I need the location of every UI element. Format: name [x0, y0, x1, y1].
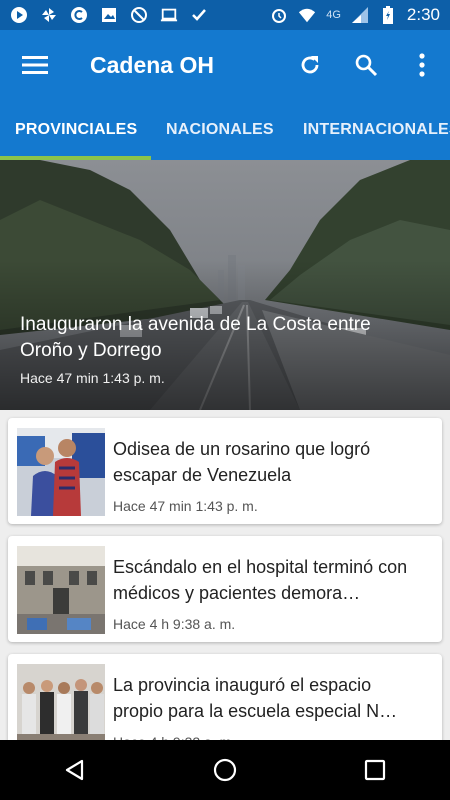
article-card[interactable]: Escándalo en el hospital terminó con méd… [8, 536, 442, 642]
menu-icon [22, 56, 48, 74]
status-time: 2:30 [406, 5, 440, 24]
tab-provinciales[interactable]: PROVINCIALES [15, 100, 137, 160]
search-icon [355, 54, 378, 77]
app-bar: Cadena OH [0, 30, 450, 100]
featured-time: Hace 47 min 1:43 p. m. [20, 370, 165, 386]
more-options-button[interactable] [394, 30, 450, 100]
more-vert-icon [419, 53, 425, 77]
recents-button[interactable] [345, 740, 405, 800]
article-title: Odisea de un rosarino que logró escapar … [113, 439, 371, 485]
wifi-icon [298, 6, 316, 24]
system-nav-bar [0, 740, 450, 800]
status-bar: 4G 2:30 [0, 0, 450, 30]
featured-article[interactable]: Inauguraron la avenida de La Costa entre… [0, 160, 450, 410]
block-icon [130, 6, 148, 24]
battery-icon [379, 6, 397, 24]
recents-icon [364, 759, 386, 781]
app-title: Cadena OH [90, 51, 214, 78]
article-time: Hace 47 min 1:43 p. m. [113, 498, 258, 514]
menu-button[interactable] [0, 30, 70, 100]
euro-icon [70, 6, 88, 24]
article-card[interactable]: Odisea de un rosarino que logró escapar … [8, 418, 442, 524]
featured-title: Inauguraron la avenida de La Costa entre… [20, 314, 371, 361]
check-icon [190, 6, 208, 24]
article-title: Escándalo en el hospital terminó con méd… [113, 557, 408, 603]
network-type: 4G [326, 9, 341, 21]
back-button[interactable] [45, 740, 105, 800]
article-thumbnail [17, 546, 105, 634]
alarm-icon [270, 6, 288, 24]
search-button[interactable] [338, 30, 394, 100]
play-icon [10, 6, 28, 24]
laptop-icon [160, 6, 178, 24]
back-icon [65, 759, 84, 781]
tab-internacionales[interactable]: INTERNACIONALES [303, 100, 450, 160]
pinwheel-icon [40, 6, 58, 24]
refresh-button[interactable] [282, 30, 338, 100]
category-tabs: PROVINCIALES NACIONALES INTERNACIONALES [0, 100, 450, 160]
image-icon [100, 6, 118, 24]
article-title: La provincia inauguró el espacio propio … [113, 675, 398, 721]
home-icon [213, 758, 237, 782]
signal-icon [351, 6, 369, 24]
article-time: Hace 4 h 9:38 a. m. [113, 616, 236, 632]
tab-nacionales[interactable]: NACIONALES [166, 100, 274, 160]
article-thumbnail [17, 428, 105, 516]
refresh-icon [301, 56, 319, 74]
home-button[interactable] [195, 740, 255, 800]
article-thumbnail [17, 664, 105, 752]
